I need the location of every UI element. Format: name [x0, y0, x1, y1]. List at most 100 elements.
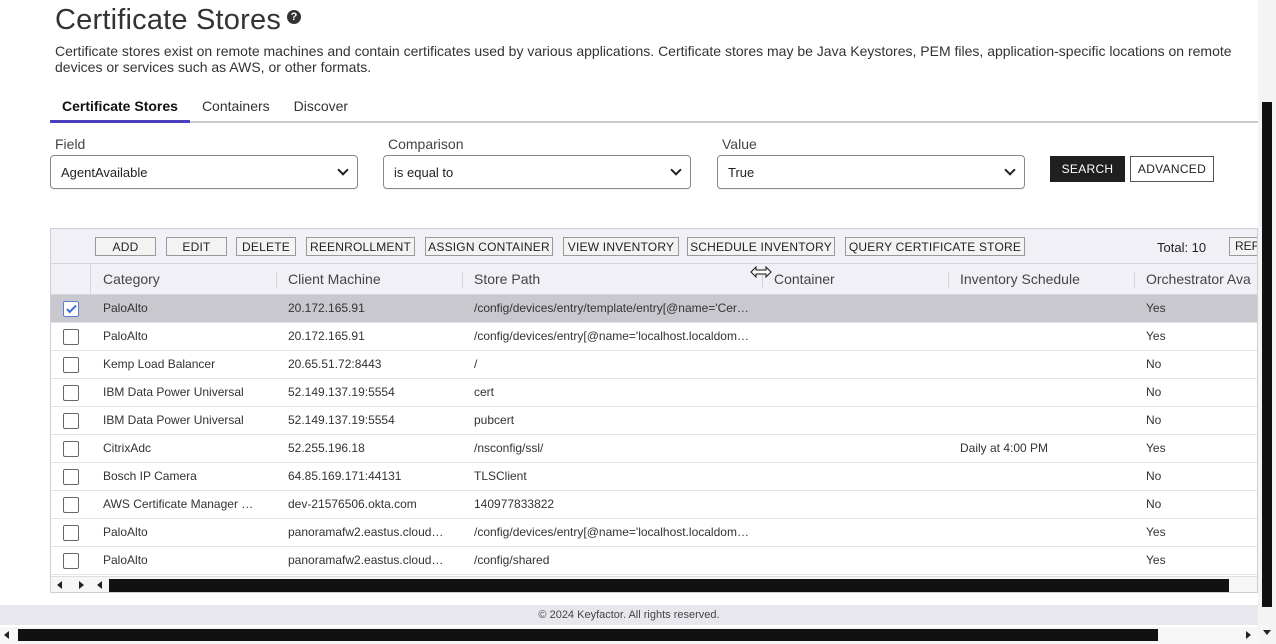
- row-checkbox[interactable]: [63, 525, 79, 541]
- cell-client: 52.149.137.19:5554: [288, 385, 395, 399]
- column-header-category[interactable]: Category: [91, 264, 160, 295]
- value-select[interactable]: True: [717, 155, 1025, 189]
- table-row[interactable]: CitrixAdc 52.255.196.18/nsconfig/ssl/Dail…: [51, 435, 1257, 463]
- cell-client: panoramafw2.eastus.cloud…: [288, 525, 444, 539]
- filter-value: Value True: [717, 137, 1025, 189]
- page-horizontal-scrollbar[interactable]: [0, 627, 1258, 644]
- question-icon[interactable]: ?: [287, 10, 302, 24]
- page-vertical-scrollbar[interactable]: [1258, 0, 1276, 644]
- scroll-left-icon[interactable]: [57, 581, 62, 589]
- cell-category: Bosch IP Camera: [103, 469, 197, 483]
- cell-container: [774, 351, 944, 378]
- cell-container: [774, 547, 944, 574]
- table-row[interactable]: Kemp Load Balancer 20.65.51.72:8443 / No: [51, 351, 1257, 379]
- column-header-container[interactable]: Container: [762, 264, 835, 295]
- cell-orch: No: [1146, 469, 1162, 483]
- assign-container-button[interactable]: ASSIGN CONTAINER: [425, 237, 553, 256]
- horizontal-scroll-thumb[interactable]: [109, 579, 1229, 592]
- cell-schedule: Daily at 4:00 PM: [960, 441, 1049, 455]
- row-checkbox[interactable]: [63, 385, 79, 401]
- table-row[interactable]: PaloAlto 20.172.165.91/config/devices/ent…: [51, 295, 1257, 323]
- query-certificate-store-button[interactable]: QUERY CERTIFICATE STORE: [845, 237, 1025, 256]
- cell-orch: No: [1146, 357, 1162, 371]
- cell-schedule: [960, 547, 1130, 574]
- tab-certificate-stores[interactable]: Certificate Stores: [50, 92, 190, 123]
- cell-category: PaloAlto: [103, 301, 148, 315]
- value-label: Value: [722, 136, 757, 152]
- cell-schedule: [960, 407, 1130, 434]
- chevron-down-icon: [1004, 164, 1016, 176]
- page-description: Certificate stores exist on remote machi…: [55, 43, 1232, 75]
- advanced-button[interactable]: ADVANCED: [1130, 156, 1214, 182]
- cell-category: PaloAlto: [103, 329, 148, 343]
- cell-orch: No: [1146, 385, 1162, 399]
- table-row[interactable]: AWS Certificate Manager … dev-21576506.ok…: [51, 491, 1257, 519]
- cell-path: pubcert: [474, 413, 515, 427]
- row-checkbox[interactable]: [63, 553, 79, 569]
- cell-client: 52.255.196.18: [288, 441, 365, 455]
- row-checkbox[interactable]: [63, 357, 79, 373]
- cell-container: [774, 435, 944, 462]
- certificate-stores-grid: ADD EDIT DELETE REENROLLMENT ASSIGN CONT…: [50, 228, 1258, 593]
- scroll-right-icon[interactable]: [79, 581, 84, 589]
- value-select-value: True: [728, 164, 755, 180]
- column-header-store-path[interactable]: Store Path: [462, 264, 540, 295]
- cell-category: CitrixAdc: [103, 441, 152, 455]
- edit-button[interactable]: EDIT: [166, 237, 227, 256]
- column-header-inventory-schedule[interactable]: Inventory Schedule: [948, 264, 1080, 295]
- scroll-left-icon[interactable]: [4, 631, 9, 639]
- cell-schedule: [960, 491, 1130, 518]
- horizontal-scrollbar[interactable]: [51, 576, 1257, 592]
- cell-client: 20.65.51.72:8443: [288, 357, 382, 371]
- page-horizontal-scroll-thumb[interactable]: [18, 629, 1158, 641]
- comparison-select[interactable]: is equal to: [383, 155, 691, 189]
- row-checkbox[interactable]: [63, 497, 79, 513]
- cell-schedule: [960, 463, 1130, 490]
- table-row[interactable]: PaloAlto panoramafw2.eastus.cloud… /config…: [51, 519, 1257, 547]
- scroll-left-icon[interactable]: [97, 581, 102, 589]
- row-checkbox[interactable]: [63, 469, 79, 485]
- delete-button[interactable]: DELETE: [236, 237, 296, 256]
- table-row[interactable]: Bosch IP Camera 64.85.169.171:44131 TLSCli…: [51, 463, 1257, 491]
- cell-path: /config/shared: [474, 553, 550, 567]
- cell-orch: No: [1146, 413, 1162, 427]
- column-header-orchestrator-available[interactable]: Orchestrator Ava: [1134, 264, 1251, 295]
- cell-category: PaloAlto: [103, 525, 148, 539]
- row-checkbox[interactable]: [63, 329, 79, 345]
- schedule-inventory-button[interactable]: SCHEDULE INVENTORY: [687, 237, 835, 256]
- column-header-client-machine[interactable]: Client Machine: [276, 264, 381, 295]
- scroll-down-icon[interactable]: [1263, 630, 1271, 635]
- add-button[interactable]: ADD: [95, 237, 156, 256]
- view-inventory-button[interactable]: VIEW INVENTORY: [563, 237, 679, 256]
- cell-client: dev-21576506.okta.com: [288, 497, 417, 511]
- tab-containers[interactable]: Containers: [190, 92, 282, 123]
- tab-discover[interactable]: Discover: [282, 92, 360, 123]
- row-checkbox[interactable]: [63, 301, 79, 317]
- field-label: Field: [55, 136, 86, 152]
- page-title: Certificate Stores: [55, 4, 282, 36]
- scroll-right-icon[interactable]: [1246, 631, 1251, 639]
- cell-path: /config/devices/entry[@name='localhost.l…: [474, 329, 749, 343]
- cell-path: TLSClient: [474, 469, 527, 483]
- table-row[interactable]: PaloAlto panoramafw2.eastus.cloud… /config…: [51, 547, 1257, 575]
- table-row[interactable]: IBM Data Power Universal 52.149.137.19:55…: [51, 379, 1257, 407]
- grid-header: Category Client Machine Store Path Conta…: [51, 264, 1257, 295]
- refresh-button[interactable]: REF: [1229, 237, 1257, 256]
- cell-client: panoramafw2.eastus.cloud…: [288, 553, 444, 567]
- row-checkbox[interactable]: [63, 441, 79, 457]
- table-row[interactable]: IBM Data Power Universal 52.149.137.19:55…: [51, 407, 1257, 435]
- cell-path: 140977833822: [474, 497, 555, 511]
- chevron-down-icon: [337, 164, 349, 176]
- search-button[interactable]: SEARCH: [1050, 156, 1125, 182]
- comparison-select-value: is equal to: [394, 164, 454, 180]
- chevron-down-icon: [670, 164, 682, 176]
- row-checkbox[interactable]: [63, 413, 79, 429]
- table-row[interactable]: PaloAlto 20.172.165.91/config/devices/ent…: [51, 323, 1257, 351]
- reenrollment-button[interactable]: REENROLLMENT: [306, 237, 415, 256]
- filter-field: Field AgentAvailable: [50, 137, 358, 189]
- field-select[interactable]: AgentAvailable: [50, 155, 358, 189]
- cell-orch: Yes: [1146, 525, 1166, 539]
- vertical-scroll-thumb[interactable]: [1262, 102, 1272, 607]
- cell-client: 20.172.165.91: [288, 301, 365, 315]
- tab-bar: Certificate Stores Containers Discover: [50, 92, 1258, 123]
